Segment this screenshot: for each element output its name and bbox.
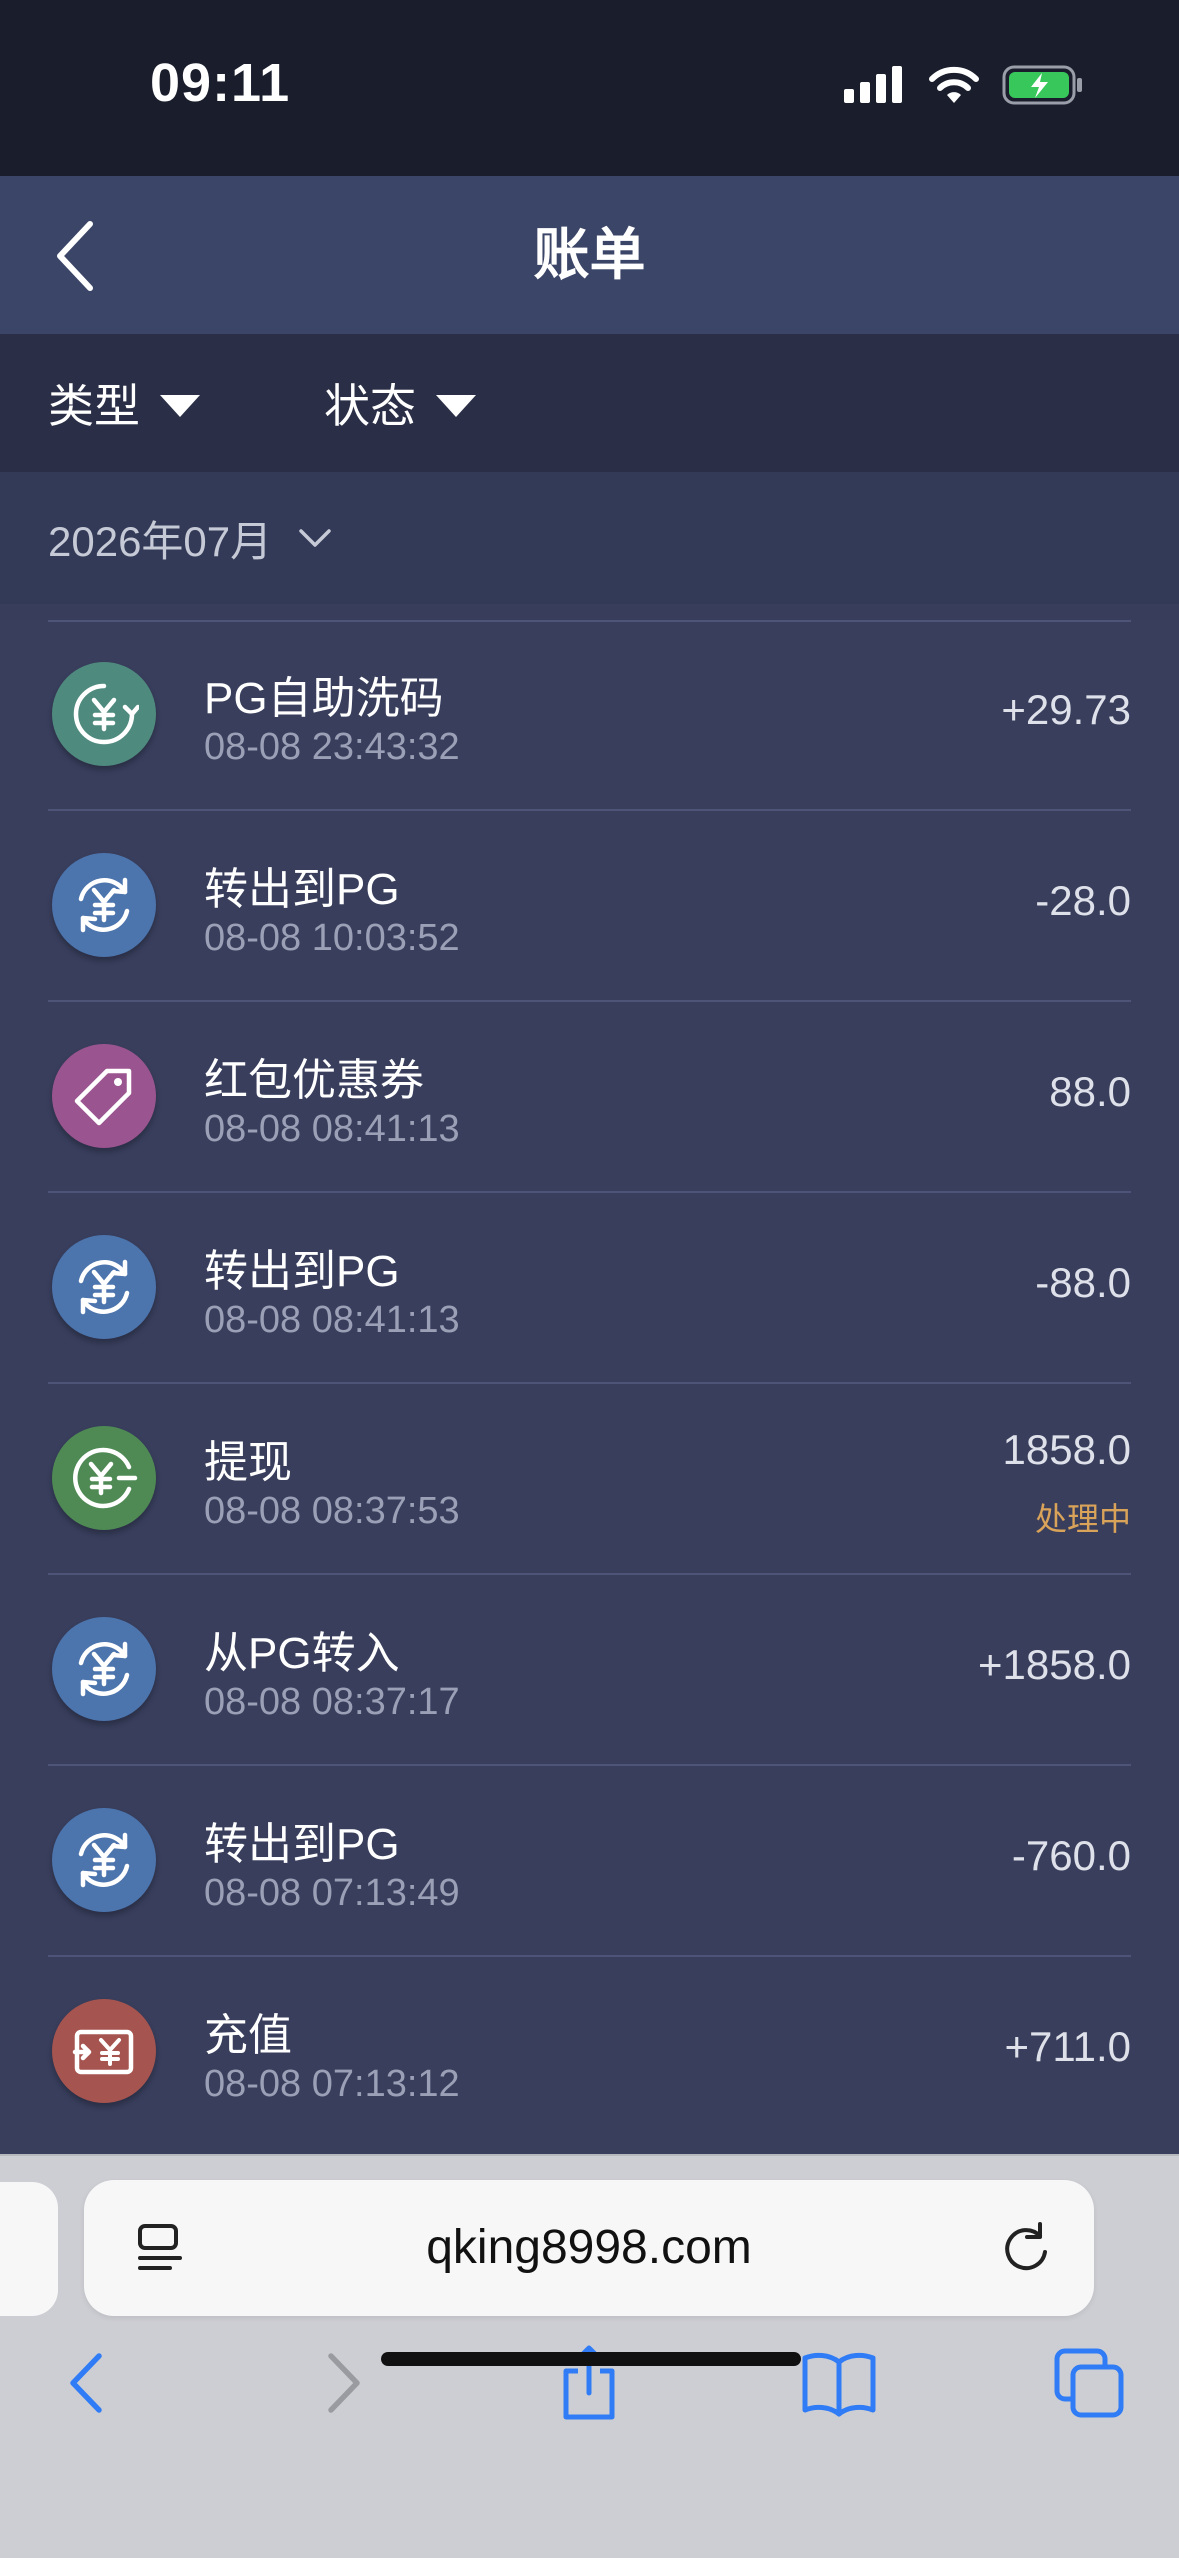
- coupon-tag-icon: [52, 1044, 156, 1148]
- chevron-right-icon: [328, 2353, 360, 2413]
- chevron-left-icon: [70, 2353, 102, 2413]
- page-title: 账单: [533, 223, 646, 286]
- transaction-amount: -88.0: [1035, 1259, 1131, 1306]
- transaction-title: 从PG转入: [204, 1629, 400, 1678]
- transaction-row[interactable]: PG自助洗码 08-08 23:43:32 +29.73: [0, 620, 1179, 811]
- bookmarks-button[interactable]: [794, 2338, 884, 2428]
- deposit-yuan-icon: [52, 1999, 156, 2103]
- month-bar: 2026年07月: [0, 472, 1179, 604]
- filter-bar: 类型 状态: [0, 334, 1179, 472]
- month-label: 2026年07月: [48, 517, 273, 565]
- transaction-list: PG自助洗码 08-08 23:43:32 +29.73 转出到PG 08-08…: [0, 620, 1179, 2154]
- transaction-time: 08-08 07:13:12: [204, 2063, 460, 2105]
- transfer-yuan-icon: [52, 1617, 156, 1721]
- transaction-amount: 88.0: [1049, 1068, 1131, 1115]
- transaction-row[interactable]: 红包优惠券 08-08 08:41:13 88.0: [0, 1002, 1179, 1193]
- home-indicator: [381, 2352, 801, 2366]
- type-filter-label: 类型: [48, 380, 140, 432]
- transaction-title: PG自助洗码: [204, 674, 444, 723]
- transaction-time: 08-08 08:37:53: [204, 1490, 460, 1532]
- chevron-down-icon: [299, 529, 331, 547]
- transaction-title: 转出到PG: [204, 1247, 400, 1296]
- nav-header: 账单: [0, 176, 1179, 334]
- previous-tab-preview[interactable]: [0, 2182, 58, 2316]
- url-text: qking8998.com: [426, 2221, 752, 2274]
- withdraw-yuan-icon: [52, 1426, 156, 1530]
- address-bar[interactable]: qking8998.com: [84, 2180, 1094, 2316]
- cellular-signal-icon: [844, 66, 902, 103]
- transaction-amount: -28.0: [1035, 877, 1131, 924]
- status-filter-dropdown[interactable]: 状态: [324, 334, 476, 472]
- transaction-title: 提现: [204, 1438, 292, 1487]
- transaction-title: 红包优惠券: [204, 1056, 424, 1105]
- transaction-time: 08-08 08:37:17: [204, 1681, 460, 1723]
- wifi-icon: [929, 66, 979, 103]
- transaction-row[interactable]: 转出到PG 08-08 08:41:13 -88.0: [0, 1193, 1179, 1384]
- transaction-title: 充值: [204, 2011, 292, 2060]
- transaction-amount: +29.73: [1001, 686, 1131, 733]
- rebate-yuan-icon: [52, 662, 156, 766]
- transfer-yuan-icon: [52, 853, 156, 957]
- transaction-time: 08-08 07:13:49: [204, 1872, 460, 1914]
- transaction-row[interactable]: 提现 08-08 08:37:53 1858.0 处理中: [0, 1384, 1179, 1575]
- status-badge: 处理中: [1034, 1501, 1131, 1537]
- reload-icon[interactable]: [996, 2218, 1056, 2278]
- transfer-yuan-icon: [52, 1808, 156, 1912]
- chevron-left-icon: [57, 221, 93, 291]
- transaction-amount: -760.0: [1011, 1832, 1131, 1879]
- tabs-button[interactable]: [1044, 2338, 1134, 2428]
- status-filter-label: 状态: [324, 380, 416, 432]
- back-button[interactable]: [42, 2338, 132, 2428]
- book-icon: [802, 2352, 876, 2417]
- transaction-time: 08-08 10:03:52: [204, 917, 460, 959]
- month-selector[interactable]: 2026年07月: [48, 472, 332, 604]
- transaction-amount: +1858.0: [978, 1641, 1131, 1688]
- battery-charging-icon: [1002, 65, 1082, 105]
- transaction-row[interactable]: 转出到PG 08-08 07:13:49 -760.0: [0, 1766, 1179, 1957]
- type-filter-dropdown[interactable]: 类型: [48, 334, 200, 472]
- status-icons: [844, 60, 1084, 110]
- transaction-amount: +711.0: [1004, 2023, 1131, 2070]
- status-bar: 09:11: [0, 0, 1179, 176]
- transaction-title: 转出到PG: [204, 865, 400, 914]
- transaction-time: 08-08 08:41:13: [204, 1108, 460, 1150]
- transaction-row[interactable]: 从PG转入 08-08 08:37:17 +1858.0: [0, 1575, 1179, 1766]
- back-button[interactable]: [48, 216, 128, 296]
- transaction-row[interactable]: 充值 08-08 07:13:12 +711.0: [0, 1957, 1179, 2148]
- caret-down-icon: [160, 395, 200, 417]
- transaction-amount: 1858.0: [1002, 1426, 1131, 1473]
- forward-button[interactable]: [298, 2338, 388, 2428]
- status-time: 09:11: [150, 53, 291, 113]
- transaction-time: 08-08 08:41:13: [204, 1299, 460, 1341]
- transaction-title: 转出到PG: [204, 1820, 400, 1869]
- transaction-time: 08-08 23:43:32: [204, 726, 460, 768]
- caret-down-icon: [436, 395, 476, 417]
- transaction-row[interactable]: 转出到PG 08-08 10:03:52 -28.0: [0, 811, 1179, 1002]
- tabs-icon: [1054, 2348, 1124, 2418]
- transfer-yuan-icon: [52, 1235, 156, 1339]
